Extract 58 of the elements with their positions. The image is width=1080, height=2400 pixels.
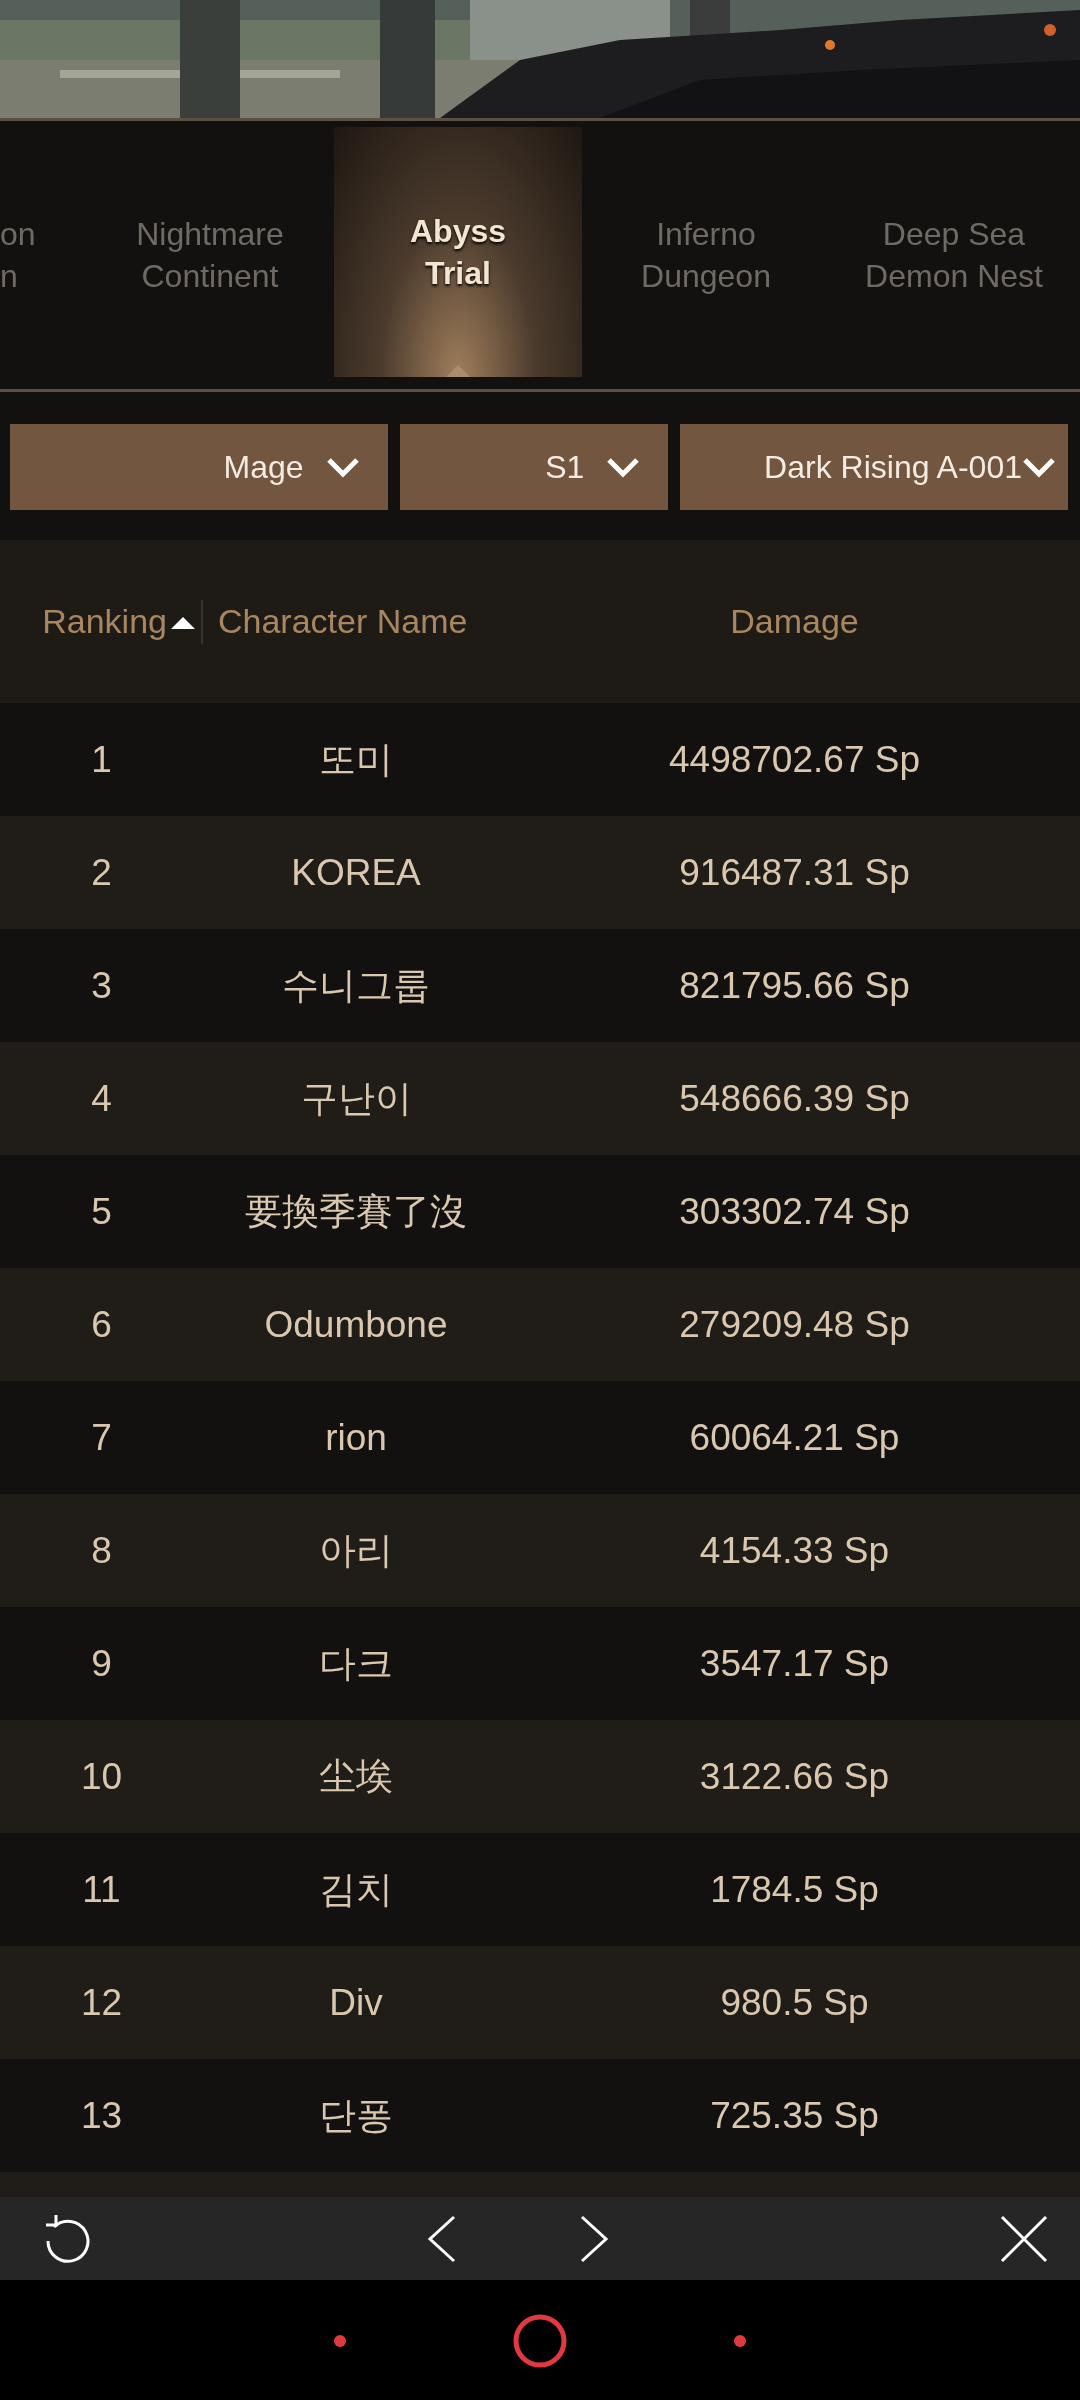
column-header[interactable]: Ranking xyxy=(42,602,167,641)
table-cell: Div xyxy=(329,1981,383,2023)
column-header: Damage xyxy=(730,602,859,641)
table-cell: 5 xyxy=(91,1190,112,1232)
filter-dropdown[interactable]: Dark Rising A-001 xyxy=(680,424,1068,510)
table-cell: 980.5 Sp xyxy=(720,1981,869,2023)
table-cell: 8 xyxy=(91,1529,112,1571)
table-cell: 548666.39 Sp xyxy=(679,1077,910,1119)
table-cell: 303302.74 Sp xyxy=(679,1190,910,1232)
table-cell: 또미 xyxy=(319,738,393,780)
chevron-down-icon xyxy=(325,456,360,478)
table-cell: 10 xyxy=(80,1755,123,1797)
tab[interactable]: Abyss Trial xyxy=(334,127,582,377)
table-cell: 7 xyxy=(91,1416,112,1458)
table-cell: 12 xyxy=(80,1981,123,2023)
sort-up-icon[interactable] xyxy=(171,614,195,629)
table-cell: 아리 xyxy=(319,1529,393,1571)
table-cell: rion xyxy=(325,1416,387,1458)
table-cell: 다크 xyxy=(319,1642,393,1684)
table-cell: 3547.17 Sp xyxy=(699,1642,890,1684)
pointer-icon xyxy=(446,365,470,377)
chevron-down-icon xyxy=(606,456,641,478)
table-cell: 2 xyxy=(91,851,112,893)
table-cell: 구난이 xyxy=(300,1077,412,1119)
tab[interactable]: Nightmare Continent xyxy=(86,121,334,389)
column-header: Character Name xyxy=(218,602,468,641)
filter-dropdown[interactable]: S1 xyxy=(399,424,669,510)
table-cell: 6 xyxy=(91,1303,112,1345)
filter-dropdown[interactable]: Mage xyxy=(10,424,388,510)
table-cell: 279209.48 Sp xyxy=(679,1303,910,1345)
table-cell: 11 xyxy=(82,1868,121,1910)
tab[interactable]: on n xyxy=(0,121,86,389)
table-cell: 4154.33 Sp xyxy=(699,1529,890,1571)
tab[interactable]: Deep Sea Demon Nest xyxy=(830,121,1078,389)
chevron-down-icon xyxy=(1022,456,1056,478)
table-cell: 4 xyxy=(91,1077,112,1119)
table-cell: 수니그룹 xyxy=(282,964,430,1006)
table-cell: 9 xyxy=(91,1642,112,1684)
table-cell: 821795.66 Sp xyxy=(679,964,910,1006)
table-cell: 60064.21 Sp xyxy=(689,1416,900,1458)
table-cell: 916487.31 Sp xyxy=(679,851,910,893)
table-cell: 尘埃 xyxy=(319,1755,393,1797)
table-cell: KOREA xyxy=(291,851,421,893)
table-cell: 13 xyxy=(80,2094,123,2136)
nav-dot-icon[interactable] xyxy=(733,2334,748,2348)
table-cell: 1784.5 Sp xyxy=(710,1868,879,1910)
table-cell: 1 xyxy=(91,738,112,780)
table-cell: Odumbone xyxy=(264,1303,448,1345)
table-cell: 3122.66 Sp xyxy=(699,1755,890,1797)
table-cell: 4498702.67 Sp xyxy=(669,738,920,780)
home-circle-icon[interactable] xyxy=(512,2313,568,2369)
table-cell: 要換季賽了沒 xyxy=(245,1190,467,1232)
table-cell: 김치 xyxy=(319,1868,393,1910)
nav-dot-icon[interactable] xyxy=(332,2334,347,2348)
table-cell: 3 xyxy=(91,964,112,1006)
tab[interactable]: Inferno Dungeon xyxy=(582,121,830,389)
table-cell: 단퐁 xyxy=(319,2094,393,2136)
table-cell: 725.35 Sp xyxy=(710,2094,879,2136)
